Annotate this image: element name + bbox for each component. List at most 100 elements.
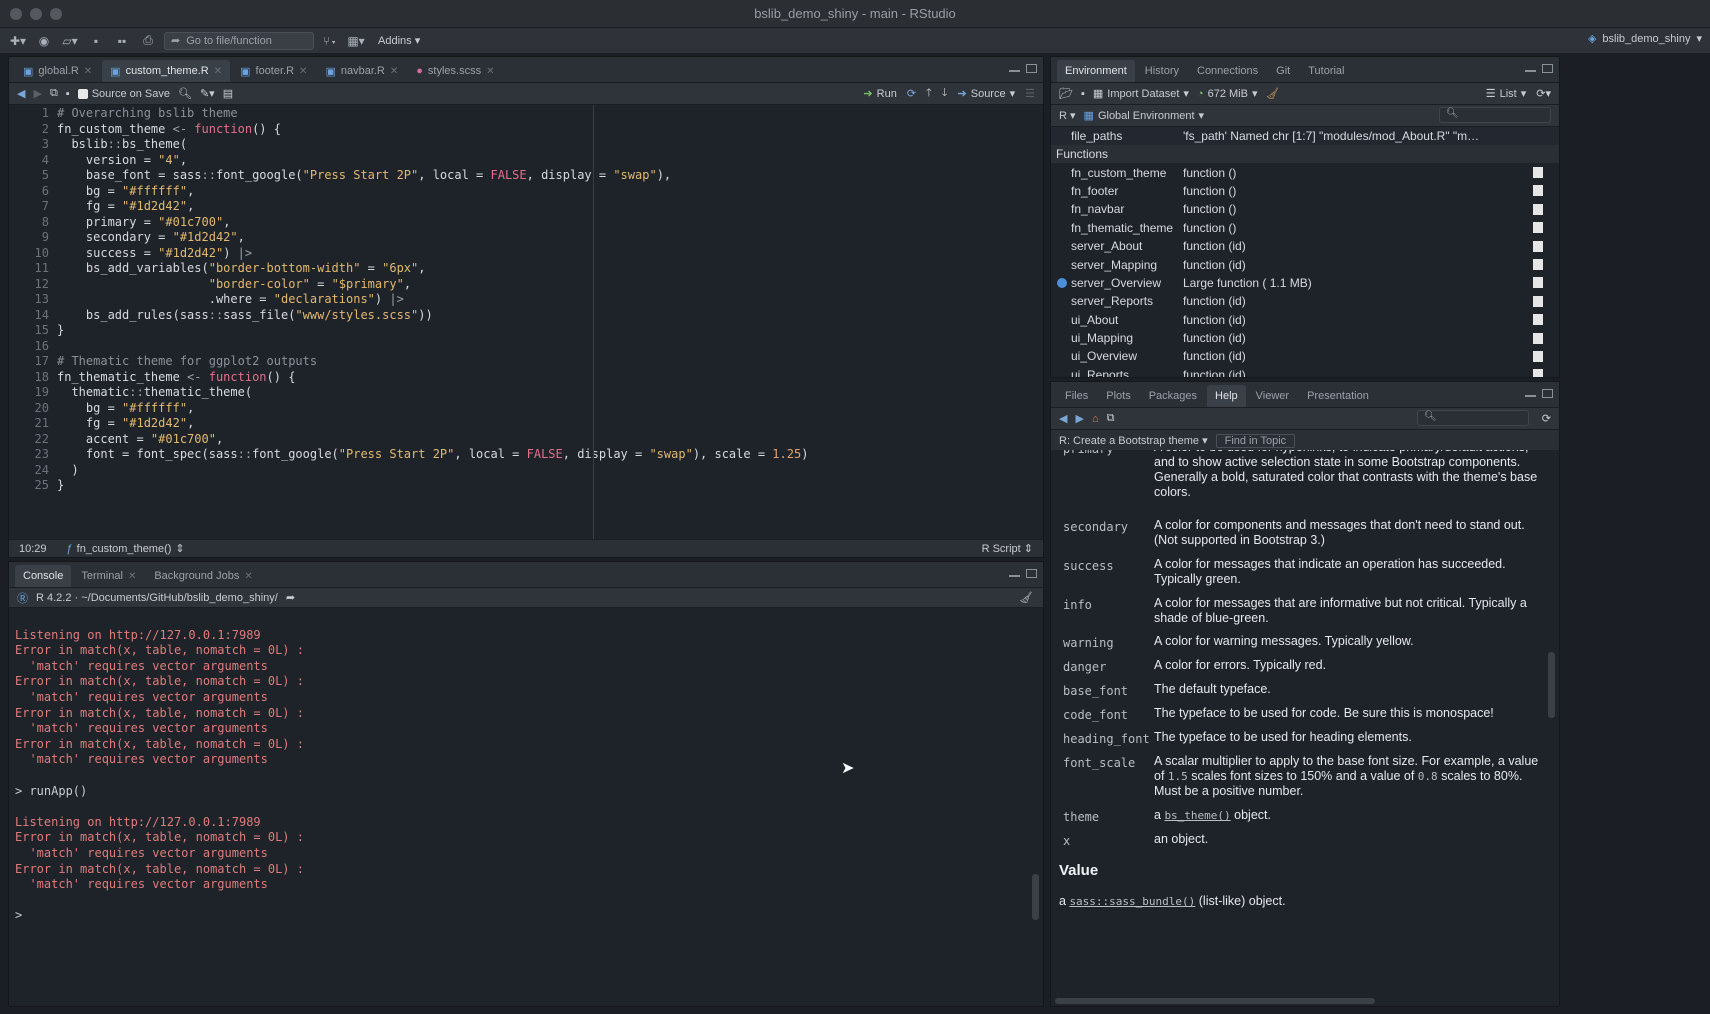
view-function-icon[interactable] — [1533, 277, 1543, 289]
arrow-down-icon[interactable]: 🡓 — [942, 84, 948, 103]
import-dataset-button[interactable]: ▦ Import Dataset ▾ — [1093, 87, 1189, 101]
code-line[interactable]: "border-color" = "$primary", — [57, 277, 1043, 293]
source-button[interactable]: ➔ Source ▾ — [958, 87, 1016, 101]
view-function-icon[interactable] — [1533, 167, 1543, 179]
info-icon[interactable] — [1057, 277, 1067, 288]
tab-styles-scss[interactable]: ● styles.scss ✕ — [408, 60, 502, 82]
list-item[interactable]: fn_navbar function () — [1051, 200, 1559, 218]
pane-window-controls[interactable] — [1525, 389, 1553, 398]
tab-footer-r[interactable]: ▣ footer.R ✕ — [232, 60, 315, 82]
scope-select[interactable]: ▦ Global Environment ▾ — [1084, 109, 1205, 123]
pane-window-controls[interactable] — [1009, 64, 1037, 73]
window-controls[interactable] — [10, 8, 62, 20]
view-function-icon[interactable] — [1533, 350, 1543, 362]
home-icon[interactable]: ⌂ — [1092, 413, 1099, 425]
code-line[interactable]: fn_thematic_theme <- function() { — [57, 370, 1043, 386]
source-on-save-toggle[interactable]: Source on Save — [77, 88, 170, 100]
code-area[interactable]: 1 2 3 4 5 6 7 8 9 10 11 12 13 14 15 16 17 18 19 20 21 22 23 24 2… — [9, 105, 1043, 545]
code-lines[interactable]: # Overarching bslib theme fn_custom_theme… — [57, 105, 1043, 494]
code-line[interactable]: accent = "#01c700", — [57, 432, 1043, 448]
code-line[interactable]: primary = "#01c700", — [57, 215, 1043, 231]
code-line[interactable]: success = "#1d2d42") |> — [57, 246, 1043, 262]
view-function-icon[interactable] — [1533, 314, 1543, 326]
minimize-pane-icon[interactable] — [1009, 69, 1020, 72]
tab-packages[interactable]: Packages — [1141, 385, 1205, 407]
view-function-icon[interactable] — [1533, 259, 1543, 271]
minimize-window-button[interactable] — [30, 8, 42, 20]
topic-select[interactable]: R: Create a Bootstrap theme ▾ — [1059, 434, 1208, 447]
list-item[interactable]: ui_Reports function (id) — [1051, 366, 1559, 377]
search-icon[interactable]: 🔍︎ — [178, 87, 192, 100]
list-item[interactable]: ui_About function (id) — [1051, 311, 1559, 329]
view-function-icon[interactable] — [1533, 332, 1543, 344]
tab-console[interactable]: Console — [15, 565, 72, 587]
scope-selector[interactable]: ƒ fn_custom_theme() ⇕ — [67, 542, 185, 556]
tab-viewer[interactable]: Viewer — [1248, 385, 1297, 407]
code-line[interactable]: bs_add_rules(sass::sass_file("www/styles… — [57, 308, 1043, 324]
code-line[interactable]: fg = "#1d2d42", — [57, 199, 1043, 215]
open-file-icon[interactable]: ▱▾ — [60, 32, 80, 50]
view-function-icon[interactable] — [1533, 185, 1543, 197]
help-link[interactable]: sass::sass_bundle() — [1069, 895, 1195, 908]
help-horizontal-scrollbar[interactable] — [1055, 998, 1375, 1004]
save-icon[interactable]: ▪ — [86, 32, 106, 50]
forward-icon[interactable]: ▶ — [1075, 412, 1083, 425]
close-icon[interactable]: ✕ — [299, 66, 307, 77]
console-output[interactable]: Listening on http://127.0.0.1:7989 Error … — [9, 608, 1043, 1006]
tab-files[interactable]: Files — [1057, 385, 1096, 407]
code-line[interactable]: secondary = "#1d2d42", — [57, 230, 1043, 246]
zoom-window-button[interactable] — [50, 8, 62, 20]
load-workspace-icon[interactable]: 📂︎ — [1059, 87, 1073, 100]
maximize-pane-icon[interactable] — [1542, 389, 1553, 398]
arrow-up-icon[interactable]: 🡑 — [926, 84, 932, 103]
close-icon[interactable]: ✕ — [390, 66, 398, 77]
help-scrollbar[interactable] — [1548, 652, 1555, 718]
tab-connections[interactable]: Connections — [1189, 60, 1266, 82]
code-tools-icon[interactable]: ✎▾ — [200, 87, 215, 100]
refresh-icon[interactable]: ⟳ — [1542, 412, 1551, 425]
tab-terminal[interactable]: Terminal ✕ — [73, 565, 144, 587]
code-line[interactable]: } — [57, 323, 1043, 339]
view-function-icon[interactable] — [1533, 369, 1543, 377]
code-line[interactable]: thematic::thematic_theme( — [57, 385, 1043, 401]
view-function-icon[interactable] — [1533, 240, 1543, 252]
code-line[interactable]: .where = "declarations") |> — [57, 292, 1043, 308]
maximize-pane-icon[interactable] — [1026, 64, 1037, 73]
close-icon[interactable]: ✕ — [84, 66, 92, 77]
maximize-pane-icon[interactable] — [1026, 569, 1037, 578]
pane-window-controls[interactable] — [1009, 569, 1037, 578]
print-icon[interactable]: ⎙ — [138, 32, 158, 50]
list-item[interactable]: file_paths 'fs_path' Named chr [1:7] "mo… — [1051, 127, 1559, 146]
language-select[interactable]: R ▾ — [1059, 109, 1076, 122]
tab-navbar-r[interactable]: ▣ navbar.R ✕ — [317, 60, 406, 82]
close-icon[interactable]: ✕ — [214, 66, 222, 77]
view-function-icon[interactable] — [1533, 203, 1543, 215]
list-item[interactable]: server_About function (id) — [1051, 237, 1559, 255]
code-line[interactable] — [57, 339, 1043, 355]
close-icon[interactable]: ✕ — [486, 66, 494, 77]
clear-console-icon[interactable]: 🧹︎ — [1019, 591, 1033, 604]
compile-report-icon[interactable]: ▤ — [223, 87, 233, 100]
rerun-icon[interactable]: ⟳ — [907, 87, 916, 100]
addins-menu[interactable]: Addins ▾ — [378, 34, 420, 47]
help-search-input[interactable]: 🔍︎ — [1417, 410, 1529, 426]
new-project-icon[interactable]: ◉ — [34, 32, 54, 50]
close-icon[interactable]: ✕ — [128, 571, 136, 582]
list-item[interactable]: fn_thematic_theme function () — [1051, 219, 1559, 237]
list-item[interactable]: server_Mapping function (id) — [1051, 255, 1559, 273]
minimize-pane-icon[interactable] — [1009, 574, 1020, 577]
vcs-icon[interactable]: ⑂▾ — [320, 32, 340, 50]
source-on-save-checkbox[interactable] — [77, 88, 88, 99]
outline-icon[interactable]: ☰ — [1025, 87, 1035, 100]
memory-usage-button[interactable]: ◔ 672 MiB ▾ — [1197, 87, 1258, 101]
maximize-pane-icon[interactable] — [1542, 64, 1553, 73]
save-workspace-icon[interactable]: ▪ — [1081, 88, 1085, 100]
code-line[interactable]: # Thematic theme for ggplot2 outputs — [57, 354, 1043, 370]
code-line[interactable]: } — [57, 478, 1043, 494]
pane-window-controls[interactable] — [1525, 64, 1553, 73]
code-line[interactable]: ) — [57, 463, 1043, 479]
tab-plots[interactable]: Plots — [1098, 385, 1138, 407]
tab-custom-theme-r[interactable]: ▣ custom_theme.R ✕ — [102, 60, 231, 82]
list-item[interactable]: server_Overview Large function ( 1.1 MB) — [1051, 274, 1559, 292]
code-line[interactable]: # Overarching bslib theme — [57, 106, 1043, 122]
